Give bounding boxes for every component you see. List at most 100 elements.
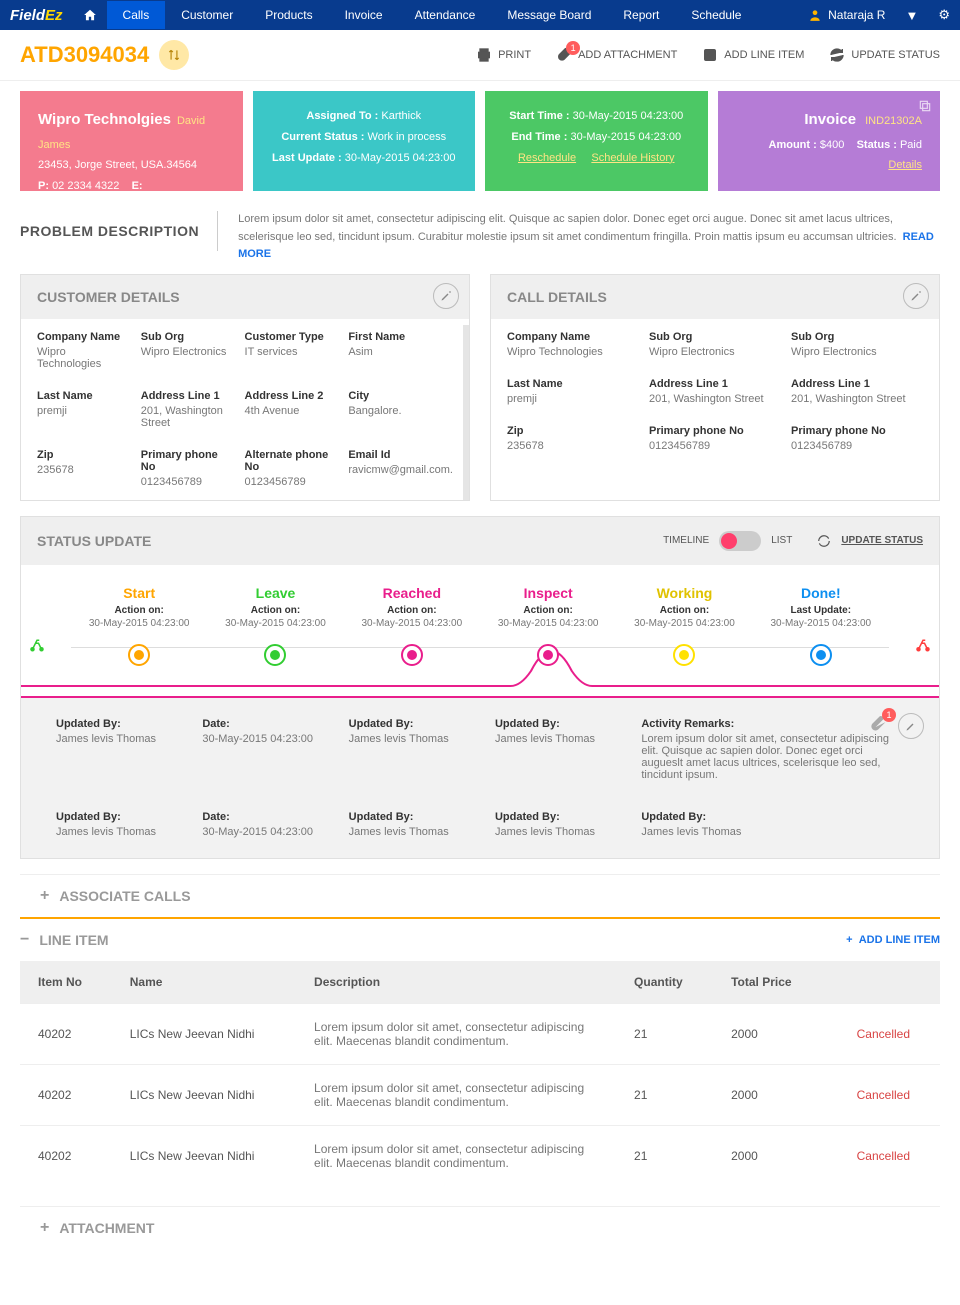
table-header: Quantity	[616, 961, 713, 1004]
invoice-card: Invoice IND21302A Amount : $400 Status :…	[718, 91, 941, 191]
field-label: Company Name	[37, 331, 131, 343]
add-line-item-link[interactable]: + ADD LINE ITEM	[846, 934, 940, 946]
field: Company Name Wipro Technologies	[37, 331, 131, 370]
paperclip-icon	[556, 46, 572, 65]
print-button[interactable]: PRINT	[476, 46, 531, 65]
field: Sub OrgWipro Electronics	[649, 331, 781, 358]
field-label: Email Id	[348, 449, 453, 461]
timeline-dot[interactable]	[537, 644, 559, 666]
pd-text: Lorem ipsum dolor sit amet, consectetur …	[238, 211, 940, 264]
attachment-section[interactable]: + ATTACHMENT	[20, 1206, 940, 1249]
timeline-step[interactable]: WorkingAction on:30-May-2015 04:23:00	[616, 585, 752, 629]
schedule-history-link[interactable]: Schedule History	[591, 152, 674, 164]
field-value: 30-May-2015 04:23:00	[202, 733, 333, 745]
field-label: Address Line 1	[791, 378, 923, 390]
field-value: James levis Thomas	[349, 733, 480, 745]
expand-icon: +	[40, 1219, 49, 1237]
timeline-dot[interactable]	[128, 644, 150, 666]
copy-icon[interactable]	[918, 99, 932, 113]
field-label: Primary phone No	[791, 425, 923, 437]
field-label: Date:	[202, 718, 333, 730]
field-label: Updated By:	[56, 718, 187, 730]
associate-calls-section[interactable]: + ASSOCIATE CALLS	[20, 874, 940, 917]
collapse-icon[interactable]: −	[20, 931, 29, 949]
status-title: STATUS UPDATE	[37, 533, 151, 549]
field: Company NameWipro Technologies	[507, 331, 639, 358]
gear-icon[interactable]: ⚙	[938, 7, 950, 23]
timeline-step[interactable]: StartAction on:30-May-2015 04:23:00	[71, 585, 207, 629]
field-label: Sub Org	[649, 331, 781, 343]
edit-inspect-icon[interactable]	[898, 713, 924, 739]
nav-attendance[interactable]: Attendance	[399, 1, 492, 29]
field-value: 235678	[507, 440, 639, 452]
timeline-dot[interactable]	[673, 644, 695, 666]
field: Last Namepremji	[507, 378, 639, 405]
update-status-button[interactable]: UPDATE STATUS	[829, 46, 940, 65]
home-icon[interactable]	[83, 8, 97, 22]
field-label: Sub Org	[141, 331, 235, 343]
field-value: 4th Avenue	[245, 405, 339, 417]
call-header: ATD3094034 PRINT ADD ATTACHMENT ADD LINE…	[0, 30, 960, 81]
dropdown-icon[interactable]: ▼	[905, 8, 918, 23]
field: Updated By:James levis Thomas	[495, 718, 626, 781]
line-item-table: Item NoNameDescriptionQuantityTotal Pric…	[20, 961, 940, 1186]
timeline-dot[interactable]	[810, 644, 832, 666]
invoice-details-link[interactable]: Details	[888, 159, 922, 171]
table-row[interactable]: 40202LICs New Jeevan NidhiLorem ipsum do…	[20, 1003, 940, 1064]
timeline-dot[interactable]	[264, 644, 286, 666]
timeline-step[interactable]: InspectAction on:30-May-2015 04:23:00	[480, 585, 616, 629]
nav-schedule[interactable]: Schedule	[675, 1, 757, 29]
timeline-step[interactable]: ReachedAction on:30-May-2015 04:23:00	[344, 585, 480, 629]
timeline-dot[interactable]	[401, 644, 423, 666]
update-status-link[interactable]: UPDATE STATUS	[841, 535, 923, 546]
field-label: Alternate phone No	[245, 449, 339, 473]
add-line-item-button[interactable]: ADD LINE ITEM	[702, 46, 804, 65]
add-attachment-button[interactable]: ADD ATTACHMENT	[556, 46, 677, 65]
field: Updated By:James levis Thomas	[349, 811, 480, 838]
scrollbar[interactable]	[463, 325, 469, 500]
nav-customer[interactable]: Customer	[165, 1, 249, 29]
line-label: ADD LINE ITEM	[724, 49, 804, 61]
reschedule-link[interactable]: Reschedule	[518, 152, 576, 164]
field-value: 235678	[37, 464, 131, 476]
timeline-step[interactable]: LeaveAction on:30-May-2015 04:23:00	[207, 585, 343, 629]
table-row[interactable]: 40202LICs New Jeevan NidhiLorem ipsum do…	[20, 1125, 940, 1186]
swap-icon[interactable]	[159, 40, 189, 70]
edit-call-icon[interactable]	[903, 283, 929, 309]
field-label: Address Line 1	[649, 378, 781, 390]
view-toggle[interactable]	[719, 531, 761, 551]
field-value: premji	[37, 405, 131, 417]
field: Last Name premji	[37, 390, 131, 429]
field-label: City	[348, 390, 453, 402]
nav-products[interactable]: Products	[249, 1, 328, 29]
field: Address Line 1201, Washington Street	[791, 378, 923, 405]
header-actions: PRINT ADD ATTACHMENT ADD LINE ITEM UPDAT…	[476, 46, 940, 65]
field-value: 201, Washington Street	[141, 405, 235, 429]
field-value: James levis Thomas	[495, 826, 626, 838]
refresh-icon[interactable]	[817, 534, 831, 548]
edit-customer-icon[interactable]	[433, 283, 459, 309]
cust-addr: 23453, Jorge Street, USA.34564	[38, 155, 225, 176]
field-label: Updated By:	[56, 811, 187, 823]
status-panel: STATUS UPDATE TIMELINE LIST UPDATE STATU…	[20, 516, 940, 859]
nav-report[interactable]: Report	[607, 1, 675, 29]
field-label: Primary phone No	[141, 449, 235, 473]
table-row[interactable]: 40202LICs New Jeevan NidhiLorem ipsum do…	[20, 1064, 940, 1125]
field-value: Wipro Electronics	[141, 346, 235, 358]
nav: CallsCustomerProductsInvoiceAttendanceMe…	[107, 1, 809, 29]
timeline-step[interactable]: Done!Last Update:30-May-2015 04:23:00	[753, 585, 889, 629]
field: Activity Remarks:Lorem ipsum dolor sit a…	[641, 718, 904, 781]
print-icon	[476, 47, 492, 63]
note-icon[interactable]	[868, 713, 888, 739]
field-label: Last Name	[37, 390, 131, 402]
field: Address Line 1201, Washington Street	[649, 378, 781, 405]
nav-message-board[interactable]: Message Board	[491, 1, 607, 29]
field-value: ravicmw@gmail.com.	[348, 464, 453, 476]
refresh-icon	[829, 47, 845, 63]
list-label: LIST	[771, 535, 792, 546]
nav-calls[interactable]: Calls	[107, 1, 166, 29]
field-label: Customer Type	[245, 331, 339, 343]
nav-invoice[interactable]: Invoice	[329, 1, 399, 29]
field-value: Wipro Technologies	[37, 346, 131, 370]
user-menu[interactable]: Nataraja R	[808, 8, 885, 22]
